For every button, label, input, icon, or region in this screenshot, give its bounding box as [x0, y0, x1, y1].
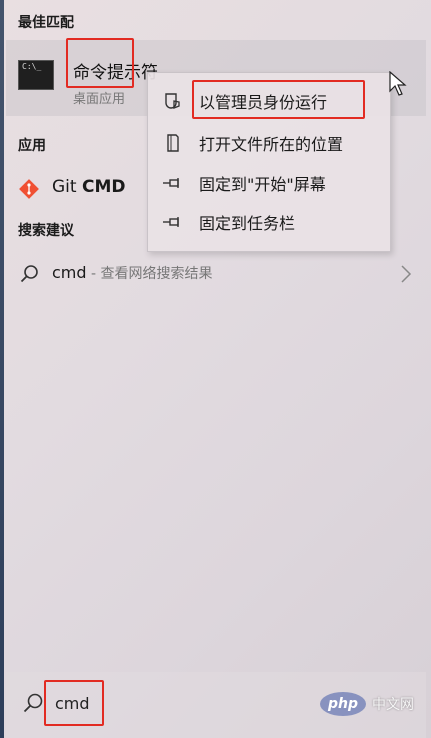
git-icon	[18, 178, 40, 204]
pin-icon	[162, 212, 184, 232]
mouse-cursor-icon	[389, 70, 407, 101]
search-suggestion-item[interactable]: cmd - 查看网络搜索结果	[6, 254, 426, 294]
menu-item-label: 固定到"开始"屏幕	[199, 175, 326, 194]
app-item-git-cmd[interactable]: Git CMD	[14, 170, 134, 206]
command-prompt-icon: C:\_	[18, 60, 54, 90]
app-item-label: Git CMD	[52, 177, 126, 197]
highlight-box-search-input	[44, 680, 104, 726]
watermark: php 中文网	[320, 692, 414, 716]
apps-section-title: 应用	[18, 138, 46, 154]
shield-icon	[162, 91, 184, 111]
pin-icon	[162, 173, 184, 193]
best-match-section-title: 最佳匹配	[18, 15, 74, 31]
watermark-text: 中文网	[372, 697, 414, 713]
highlight-box-app-name	[66, 38, 134, 88]
search-icon	[20, 264, 40, 288]
window-frame-edge	[0, 0, 4, 738]
menu-item-pin-to-start[interactable]: 固定到"开始"屏幕	[148, 165, 390, 201]
folder-icon	[162, 133, 184, 153]
best-match-app-type: 桌面应用	[73, 92, 126, 107]
menu-item-open-file-location[interactable]: 打开文件所在的位置	[148, 125, 390, 161]
search-suggestions-section-title: 搜索建议	[18, 223, 74, 239]
menu-item-label: 固定到任务栏	[199, 214, 296, 233]
menu-item-pin-to-taskbar[interactable]: 固定到任务栏	[148, 204, 390, 240]
menu-item-label: 打开文件所在的位置	[199, 135, 344, 154]
highlight-box-run-as-admin	[192, 80, 365, 119]
chevron-right-icon[interactable]	[400, 264, 412, 288]
php-logo: php	[320, 692, 366, 716]
search-icon	[22, 692, 44, 718]
search-suggestion-text: cmd - 查看网络搜索结果	[52, 263, 213, 282]
